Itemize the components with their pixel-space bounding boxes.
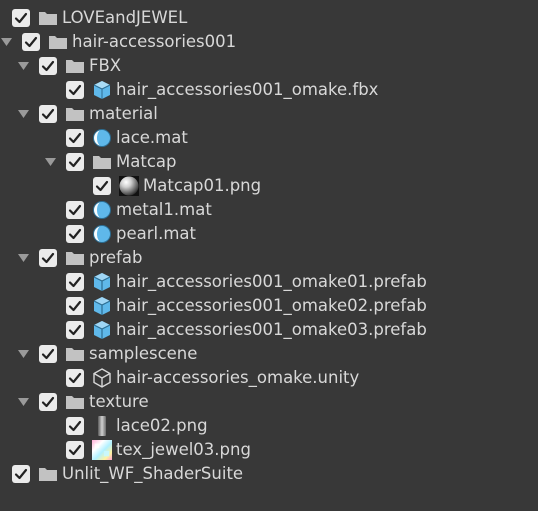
tree-item-label: hair_accessories001_omake02.prefab [116, 296, 427, 315]
folder-icon [65, 248, 85, 268]
jewel-texture-icon [92, 440, 112, 460]
chevron-down-icon[interactable] [17, 108, 29, 120]
tree-row[interactable]: hair_accessories001_omake.fbx [0, 78, 538, 102]
chevron-down-icon[interactable] [17, 396, 29, 408]
tree-item-label: Matcap [116, 152, 177, 171]
folder-icon [65, 344, 85, 364]
chevron-down-icon[interactable] [17, 252, 29, 264]
tree-row[interactable]: hair-accessories001 [0, 30, 538, 54]
lace-texture-icon [92, 416, 112, 436]
folder-icon [92, 152, 112, 172]
tree-row[interactable]: pearl.mat [0, 222, 538, 246]
include-checkbox[interactable] [66, 129, 84, 147]
tree-row[interactable]: Matcap [0, 150, 538, 174]
include-checkbox[interactable] [93, 177, 111, 195]
tree-item-label: pearl.mat [116, 224, 197, 243]
tree-row[interactable]: lace.mat [0, 126, 538, 150]
include-checkbox[interactable] [66, 201, 84, 219]
tree-item-label: Matcap01.png [143, 176, 262, 195]
tree-row[interactable]: hair_accessories001_omake02.prefab [0, 294, 538, 318]
include-checkbox[interactable] [39, 57, 57, 75]
tree-item-label: hair_accessories001_omake.fbx [116, 80, 379, 99]
tree-row[interactable]: hair_accessories001_omake03.prefab [0, 318, 538, 342]
prefab-icon [92, 272, 112, 292]
prefab-icon [92, 320, 112, 340]
include-checkbox[interactable] [66, 81, 84, 99]
tree-item-label: hair-accessories001 [72, 32, 237, 51]
tree-row[interactable]: samplescene [0, 342, 538, 366]
include-checkbox[interactable] [66, 321, 84, 339]
include-checkbox[interactable] [66, 297, 84, 315]
tree-row[interactable]: hair_accessories001_omake01.prefab [0, 270, 538, 294]
tree-row[interactable]: FBX [0, 54, 538, 78]
tree-item-label: material [89, 104, 158, 123]
tree-item-label: metal1.mat [116, 200, 212, 219]
tree-item-label: lace02.png [116, 416, 208, 435]
tree-item-label: samplescene [89, 344, 198, 363]
tree-item-label: hair_accessories001_omake03.prefab [116, 320, 427, 339]
include-checkbox[interactable] [39, 393, 57, 411]
folder-icon [65, 392, 85, 412]
include-checkbox[interactable] [39, 105, 57, 123]
tree-row[interactable]: prefab [0, 246, 538, 270]
tree-row[interactable]: lace02.png [0, 414, 538, 438]
unity-scene-icon [92, 368, 112, 388]
material-icon [92, 128, 112, 148]
model-icon [92, 80, 112, 100]
chevron-down-icon[interactable] [44, 156, 56, 168]
tree-item-label: hair-accessories_omake.unity [116, 368, 360, 387]
tree-item-label: LOVEandJEWEL [62, 8, 188, 27]
include-checkbox[interactable] [66, 417, 84, 435]
include-checkbox[interactable] [66, 153, 84, 171]
material-icon [92, 200, 112, 220]
folder-icon [38, 8, 58, 28]
include-checkbox[interactable] [66, 273, 84, 291]
chevron-down-icon[interactable] [0, 36, 12, 48]
matcap-texture-icon [119, 176, 139, 196]
tree-row[interactable]: tex_jewel03.png [0, 438, 538, 462]
tree-item-label: lace.mat [116, 128, 188, 147]
chevron-down-icon[interactable] [17, 348, 29, 360]
include-checkbox[interactable] [22, 33, 40, 51]
asset-import-panel: LOVEandJEWEL hair-accessories001 FBX hair_a… [0, 0, 538, 511]
prefab-icon [92, 296, 112, 316]
include-checkbox[interactable] [39, 345, 57, 363]
material-icon [92, 224, 112, 244]
tree-item-label: hair_accessories001_omake01.prefab [116, 272, 427, 291]
tree-row[interactable]: texture [0, 390, 538, 414]
tree-item-label: tex_jewel03.png [116, 440, 251, 459]
include-checkbox[interactable] [12, 465, 30, 483]
tree-item-label: prefab [89, 248, 143, 267]
tree-row[interactable]: material [0, 102, 538, 126]
tree-row[interactable]: metal1.mat [0, 198, 538, 222]
tree-row[interactable]: Unlit_WF_ShaderSuite [0, 462, 538, 486]
chevron-down-icon[interactable] [17, 60, 29, 72]
include-checkbox[interactable] [66, 225, 84, 243]
tree-item-label: FBX [89, 56, 122, 75]
folder-icon [38, 464, 58, 484]
include-checkbox[interactable] [39, 249, 57, 267]
include-checkbox[interactable] [66, 441, 84, 459]
folder-icon [65, 104, 85, 124]
include-checkbox[interactable] [12, 9, 30, 27]
tree-item-label: texture [89, 392, 149, 411]
tree-item-label: Unlit_WF_ShaderSuite [62, 464, 244, 483]
tree-row[interactable]: LOVEandJEWEL [0, 6, 538, 30]
tree-row[interactable]: Matcap01.png [0, 174, 538, 198]
folder-icon [48, 32, 68, 52]
include-checkbox[interactable] [66, 369, 84, 387]
folder-icon [65, 56, 85, 76]
tree-row[interactable]: hair-accessories_omake.unity [0, 366, 538, 390]
